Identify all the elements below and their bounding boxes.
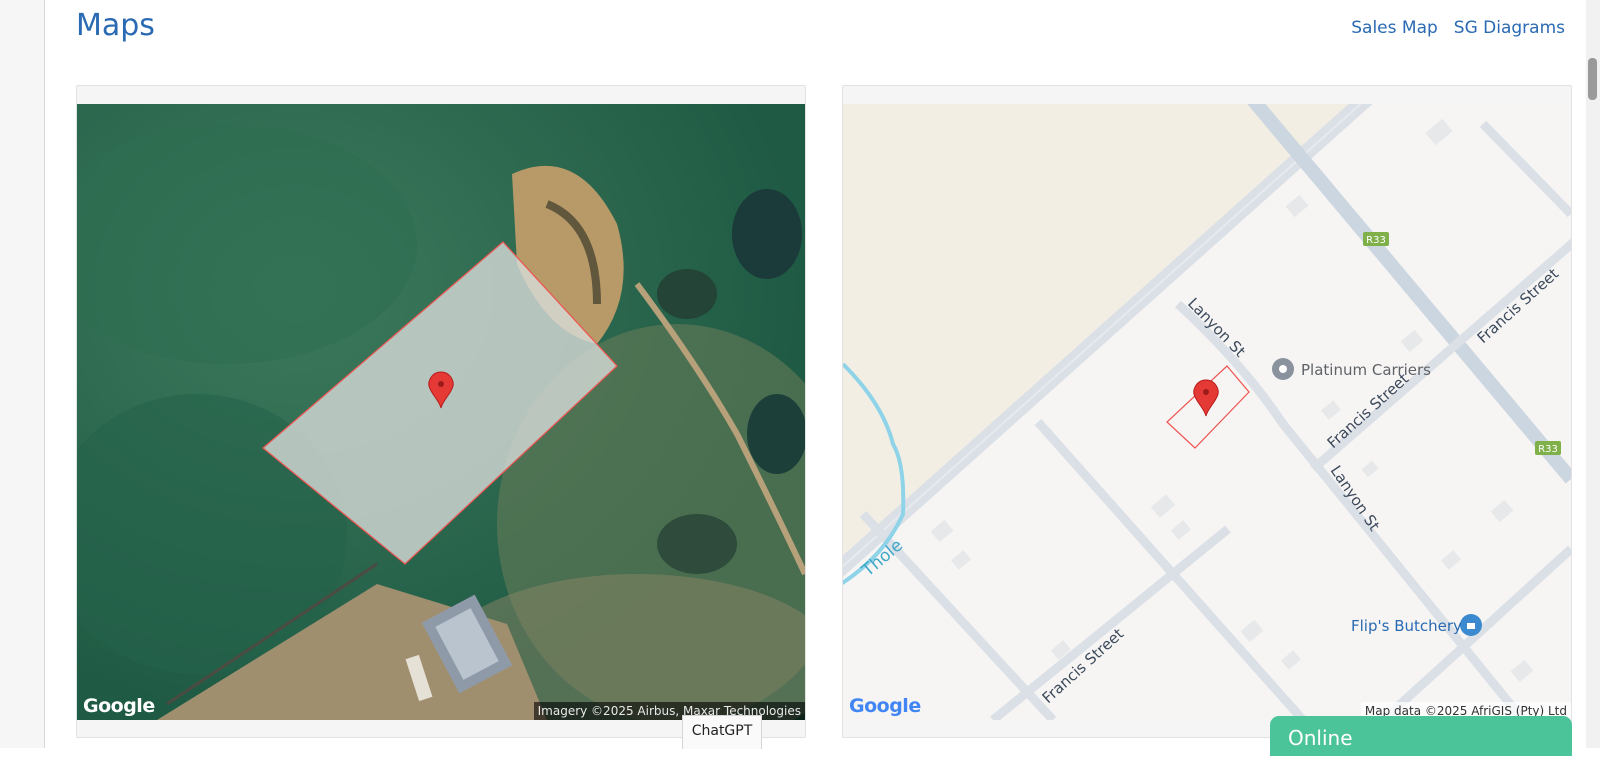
road-map-card: R33 R33 Lanyon St Lanyon St Francis Stre… [842, 85, 1572, 738]
page-title: Maps [76, 8, 155, 43]
r33-shield: R33 [1363, 232, 1389, 246]
road-map-canvas: R33 R33 Lanyon St Lanyon St Francis Stre… [843, 104, 1571, 720]
google-logo: Google [83, 695, 155, 717]
r33-label-lower: R33 [1538, 444, 1558, 455]
satellite-map[interactable]: Google Imagery ©2025 Airbus, Maxar Techn… [77, 104, 805, 720]
sg-diagrams-link[interactable]: SG Diagrams [1454, 18, 1565, 38]
imagery-attribution[interactable]: Imagery ©2025 Airbus, Maxar Technologies [533, 702, 805, 720]
sales-map-link[interactable]: Sales Map [1351, 18, 1438, 38]
chatgpt-tooltip: ChatGPT [682, 715, 762, 749]
r33-label: R33 [1366, 235, 1386, 246]
left-sidebar-rail [0, 0, 45, 748]
page-scrollbar[interactable] [1586, 0, 1600, 748]
platinum-carriers-label: Platinum Carriers [1301, 361, 1431, 379]
satellite-imagery [77, 104, 805, 720]
online-chat-button[interactable]: Online [1270, 716, 1572, 756]
scrollbar-thumb[interactable] [1588, 58, 1597, 100]
r33-shield-lower: R33 [1535, 441, 1561, 455]
road-map[interactable]: R33 R33 Lanyon St Lanyon St Francis Stre… [843, 104, 1571, 720]
flips-butchery-label: Flip's Butchery [1351, 617, 1462, 635]
satellite-map-card: Google Imagery ©2025 Airbus, Maxar Techn… [76, 85, 806, 738]
google-logo-road: Google [849, 695, 921, 717]
top-links: Sales Map SG Diagrams [1351, 18, 1565, 38]
